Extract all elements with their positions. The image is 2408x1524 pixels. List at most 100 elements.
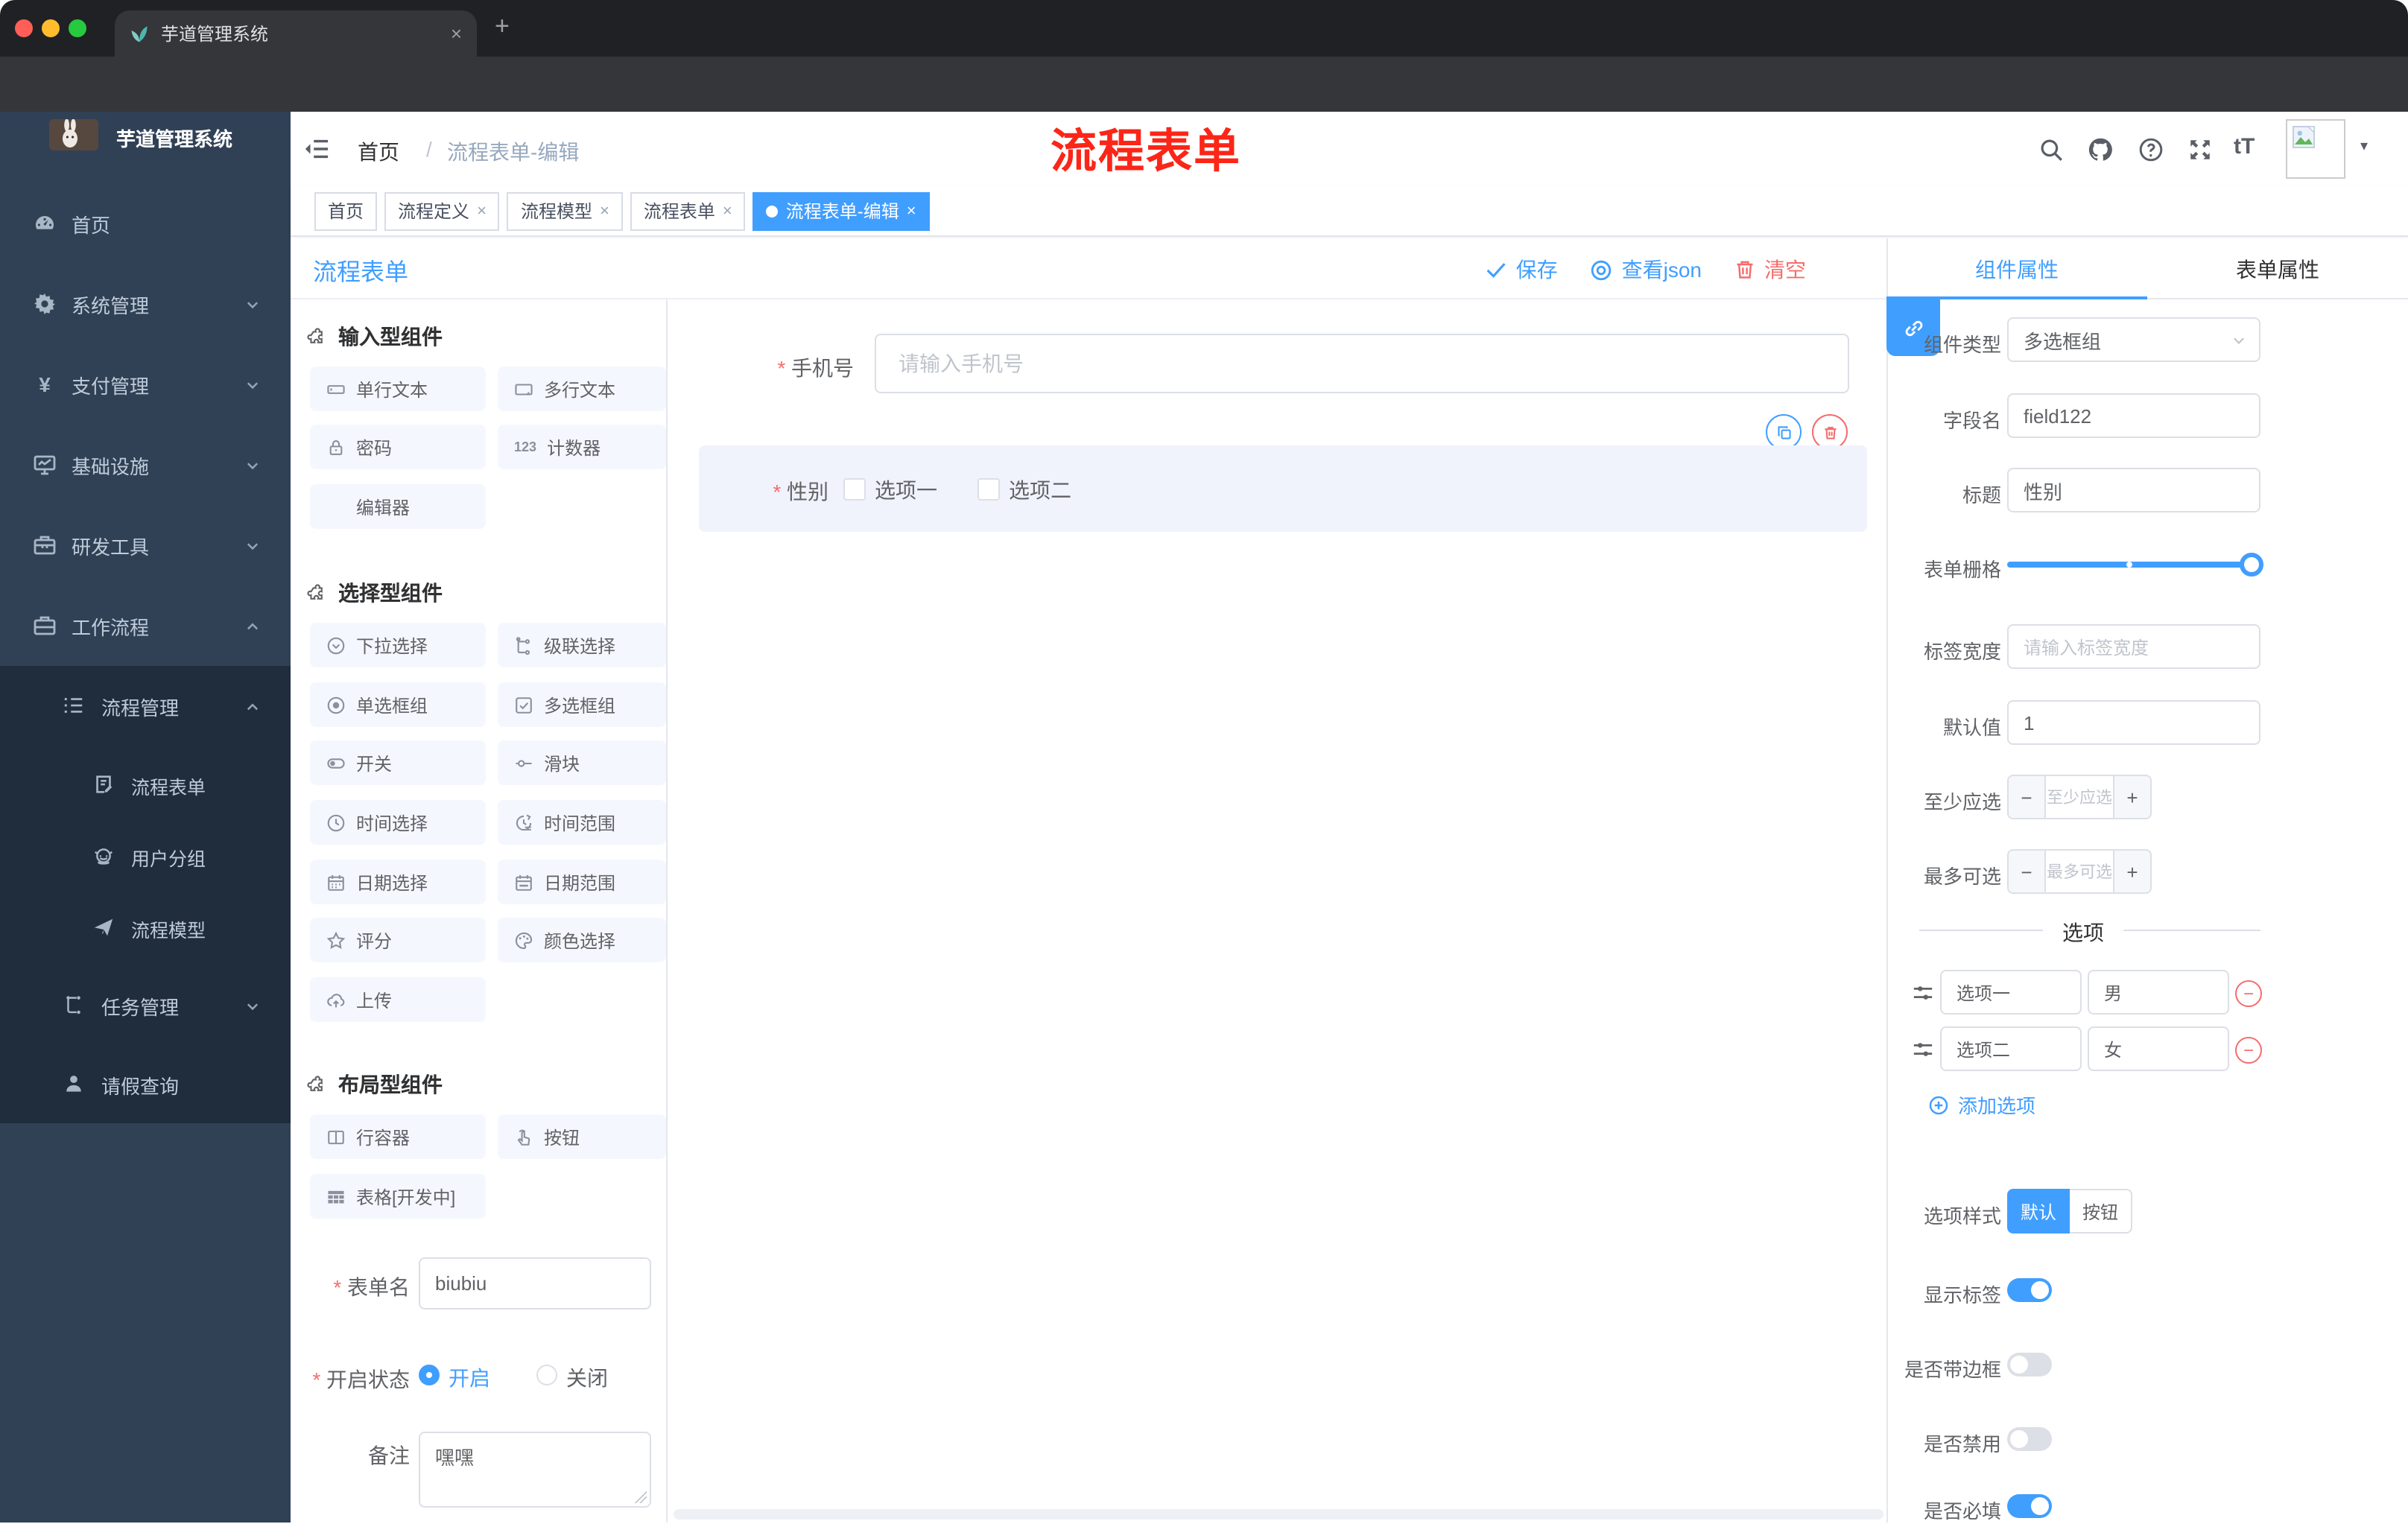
grid-slider-handle[interactable] [2240, 553, 2263, 577]
tag-close-icon[interactable]: × [477, 202, 487, 220]
sidebar-item-user-group[interactable]: 用户分组 [0, 821, 291, 892]
component-table-dev[interactable]: 表格[开发中] [310, 1174, 486, 1219]
status-on-radio[interactable] [419, 1365, 440, 1385]
component-date-picker[interactable]: 日期选择 [310, 860, 486, 904]
breadcrumb-home[interactable]: 首页 [358, 137, 399, 167]
view-json-button[interactable]: 查看json [1591, 255, 1702, 285]
gender-option1-checkbox[interactable] [843, 478, 866, 501]
tag-home[interactable]: 首页 [314, 191, 378, 230]
component-counter[interactable]: 123 计数器 [498, 425, 666, 469]
sidebar-item-home[interactable]: 首页 [0, 183, 291, 264]
tag-close-icon[interactable]: × [907, 202, 916, 220]
sidebar-item-process-mgmt[interactable]: 流程管理 [0, 666, 291, 746]
component-editor[interactable]: 编辑器 [310, 484, 486, 529]
resize-grip[interactable] [635, 1491, 647, 1503]
component-time-picker[interactable]: 时间选择 [310, 800, 486, 845]
gender-option2-label[interactable]: 选项二 [1009, 475, 1071, 505]
option2-label-input[interactable]: 选项二 [1940, 1026, 2082, 1071]
component-switch[interactable]: 开关 [310, 740, 486, 785]
drag-option-icon[interactable] [1912, 1038, 1934, 1061]
github-icon[interactable] [2088, 137, 2113, 162]
font-size-icon[interactable]: tT [2234, 134, 2255, 159]
title-input[interactable]: 性别 [2007, 468, 2260, 512]
component-color-picker[interactable]: 颜色选择 [498, 918, 666, 962]
sidebar-item-workflow[interactable]: 工作流程 [0, 585, 291, 666]
tag-process-form-edit[interactable]: 流程表单-编辑 × [752, 191, 930, 230]
plus-button[interactable]: + [2113, 776, 2150, 818]
remove-option2-button[interactable]: − [2235, 1037, 2262, 1064]
style-button-button[interactable]: 按钮 [2070, 1189, 2132, 1234]
tab-close-icon[interactable]: × [451, 22, 462, 45]
gender-option2-checkbox[interactable] [978, 478, 1000, 501]
component-type-select[interactable]: 多选框组 [2007, 317, 2260, 362]
avatar[interactable] [2286, 119, 2345, 179]
new-tab-button[interactable]: + [495, 12, 510, 42]
browser-tab[interactable]: 芋道管理系统 × [115, 10, 477, 57]
copy-component-button[interactable] [1766, 414, 1802, 450]
option1-value-input[interactable]: 男 [2088, 970, 2229, 1015]
grid-slider-track[interactable] [2007, 562, 2263, 568]
sidebar-item-infra[interactable]: 基础设施 [0, 425, 291, 505]
tag-close-icon[interactable]: × [723, 202, 732, 220]
status-off-radio[interactable] [536, 1365, 557, 1385]
avatar-caret-icon[interactable]: ▾ [2360, 139, 2368, 155]
component-multi-text[interactable]: 多行文本 [498, 366, 666, 411]
phone-input[interactable]: 请输入手机号 [875, 334, 1849, 393]
component-slider[interactable]: 滑块 [498, 740, 666, 785]
component-row-container[interactable]: 行容器 [310, 1114, 486, 1159]
status-off-label[interactable]: 关闭 [566, 1363, 608, 1393]
show-label-switch[interactable] [2007, 1278, 2052, 1302]
search-icon[interactable] [2038, 137, 2064, 162]
add-option-button[interactable]: 添加选项 [1928, 1090, 2035, 1119]
minus-button[interactable]: − [2009, 851, 2046, 892]
field-name-input[interactable]: field122 [2007, 393, 2260, 438]
component-date-range[interactable]: 日期范围 [498, 860, 666, 904]
gender-option1-label[interactable]: 选项一 [875, 475, 937, 505]
component-password[interactable]: 密码 [310, 425, 486, 469]
tab-form-props[interactable]: 表单属性 [2147, 238, 2408, 299]
sidebar-item-process-form[interactable]: 流程表单 [0, 749, 291, 821]
max-placeholder[interactable]: 最多可选 [2046, 851, 2113, 892]
traffic-close-button[interactable] [15, 19, 33, 37]
component-button[interactable]: 按钮 [498, 1114, 666, 1159]
component-checkbox-group[interactable]: 多选框组 [498, 682, 666, 727]
traffic-minimize-button[interactable] [42, 19, 60, 37]
remark-textarea[interactable]: 嘿嘿 [419, 1432, 651, 1508]
component-radio-group[interactable]: 单选框组 [310, 682, 486, 727]
horizontal-scrollbar[interactable] [674, 1509, 1883, 1520]
label-width-input[interactable]: 请输入标签宽度 [2007, 624, 2260, 669]
component-select[interactable]: 下拉选择 [310, 623, 486, 667]
fullscreen-icon[interactable] [2187, 137, 2213, 162]
form-name-input[interactable]: biubiu [419, 1257, 651, 1309]
tag-process-form[interactable]: 流程表单 × [630, 191, 746, 230]
sidebar-item-leave-query[interactable]: 请假查询 [0, 1046, 291, 1123]
delete-component-button[interactable] [1812, 414, 1848, 450]
required-switch[interactable] [2007, 1494, 2052, 1518]
save-button[interactable]: 保存 [1486, 255, 1558, 285]
border-switch[interactable] [2007, 1353, 2052, 1377]
tag-close-icon[interactable]: × [600, 202, 609, 220]
component-rate[interactable]: 评分 [310, 918, 486, 962]
traffic-zoom-button[interactable] [69, 19, 86, 37]
help-icon[interactable] [2138, 137, 2164, 162]
minus-button[interactable]: − [2009, 776, 2046, 818]
style-default-button[interactable]: 默认 [2007, 1189, 2070, 1234]
component-upload[interactable]: 上传 [310, 977, 486, 1022]
status-on-label[interactable]: 开启 [449, 1363, 490, 1393]
tab-component-props[interactable]: 组件属性 [1886, 238, 2147, 299]
remove-option1-button[interactable]: − [2235, 980, 2262, 1007]
min-placeholder[interactable]: 至少应选 [2046, 776, 2113, 818]
sidebar-item-payment[interactable]: ¥ 支付管理 [0, 344, 291, 425]
drag-option-icon[interactable] [1912, 982, 1934, 1004]
sidebar-item-task-mgmt[interactable]: 任务管理 [0, 965, 291, 1046]
tag-process-definition[interactable]: 流程定义 × [384, 191, 500, 230]
option2-value-input[interactable]: 女 [2088, 1026, 2229, 1071]
sidebar-item-system[interactable]: 系统管理 [0, 264, 291, 344]
option1-label-input[interactable]: 选项一 [1940, 970, 2082, 1015]
component-time-range[interactable]: 时间范围 [498, 800, 666, 845]
tag-process-model[interactable]: 流程模型 × [507, 191, 623, 230]
sidebar-item-process-model[interactable]: 流程模型 [0, 892, 291, 964]
hamburger-icon[interactable] [304, 137, 329, 161]
component-cascader[interactable]: 级联选择 [498, 623, 666, 667]
disabled-switch[interactable] [2007, 1427, 2052, 1451]
